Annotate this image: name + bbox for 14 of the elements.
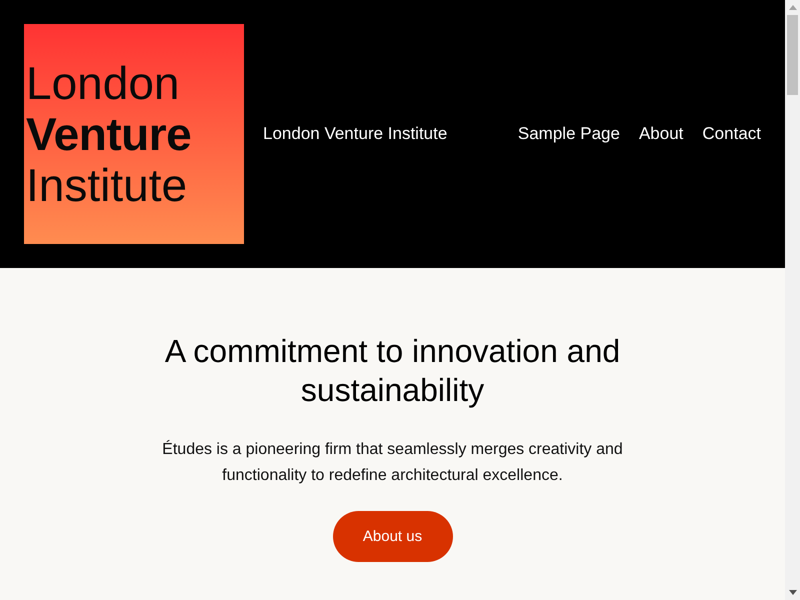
logo-text: London [26,58,180,108]
hero-heading: A commitment to innovation and sustainability [164,332,622,410]
nav-link[interactable]: Contact [702,124,761,144]
scrollbar-thumb[interactable] [787,15,798,95]
nav-link[interactable]: Sample Page [518,124,620,144]
about-us-button[interactable]: About us [332,511,452,562]
hero-description: Études is a pioneering firm that seamlessly merges creativity and functionality to redefine architectural excellence. [161,439,624,486]
logo-text: Venture [26,108,192,160]
scroll-down-arrow-icon[interactable] [788,590,796,595]
scrollbar-track[interactable] [785,0,800,600]
scroll-up-arrow-icon[interactable] [788,5,796,10]
logo-text: Institute [26,160,188,210]
nav-link[interactable]: About [638,124,684,144]
site-title-link[interactable]: London Venture Institute [263,124,448,144]
